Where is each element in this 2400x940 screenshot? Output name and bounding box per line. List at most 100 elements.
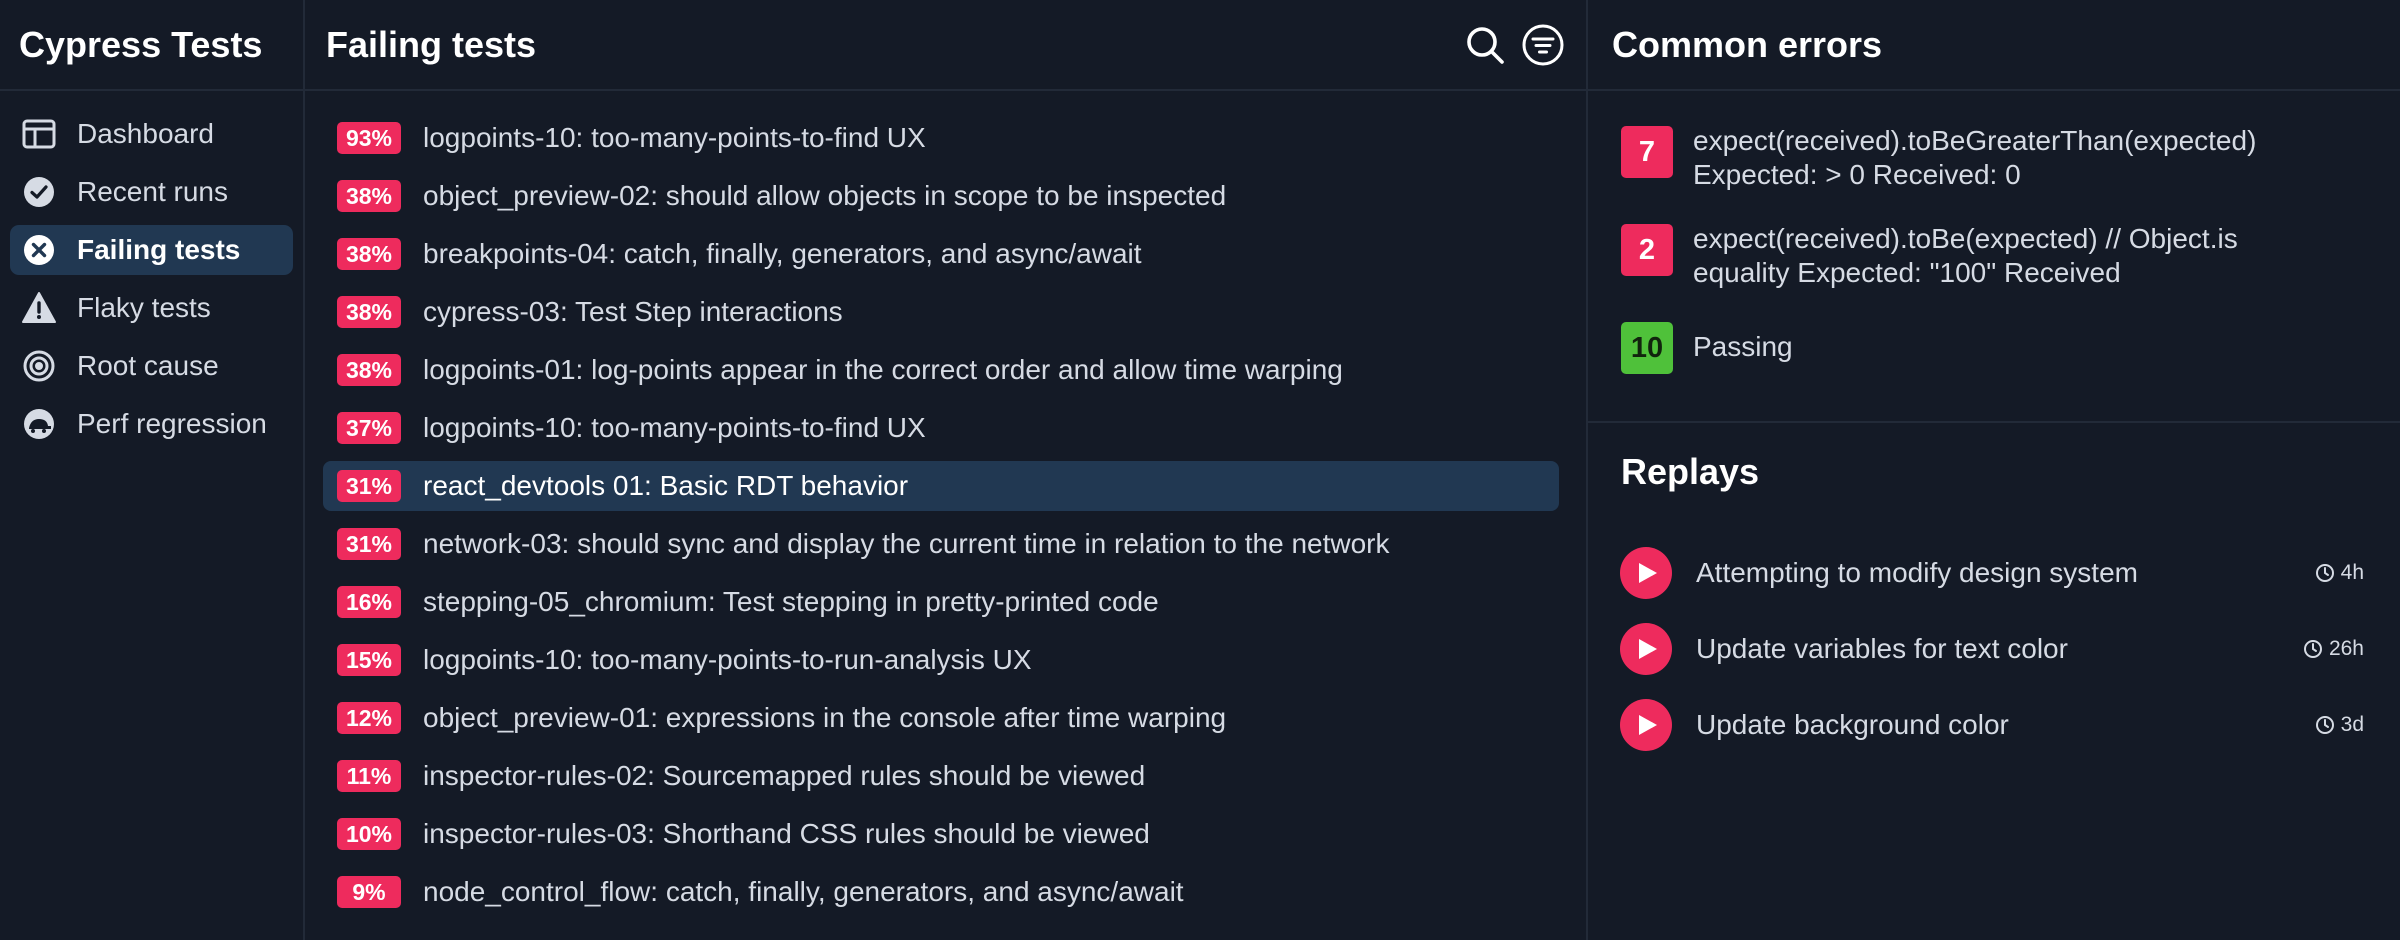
test-name: logpoints-10: too-many-points-to-run-ana…: [423, 644, 1032, 675]
table-row[interactable]: 9% node_control_flow: catch, finally, ge…: [323, 867, 1559, 917]
sidebar-header: Cypress Tests: [0, 0, 303, 91]
fail-rate-badge: 38%: [337, 354, 401, 386]
play-button[interactable]: [1620, 547, 1672, 599]
play-icon: [1639, 715, 1657, 735]
fail-rate-badge: 38%: [337, 296, 401, 328]
test-name: inspector-rules-02: Sourcemapped rules s…: [423, 760, 1146, 791]
sidebar-item-perf-regression[interactable]: Perf regression: [10, 399, 293, 449]
table-row[interactable]: 38% object_preview-02: should allow obje…: [323, 171, 1559, 221]
clock-icon: [2315, 564, 2334, 582]
sidebar-item-recent-runs[interactable]: Recent runs: [10, 167, 293, 217]
errors-title: Common errors: [1612, 23, 1883, 65]
error-message-line: expect(received).toBe(expected) // Objec…: [1693, 223, 2238, 254]
error-item[interactable]: 2 expect(received).toBe(expected) // Obj…: [1621, 222, 2370, 290]
error-item[interactable]: 7 expect(received).toBeGreaterThan(expec…: [1621, 124, 2370, 192]
sidebar-item-label: Recent runs: [77, 176, 228, 207]
search-button[interactable]: [1462, 22, 1508, 68]
passing-count-badge: 10: [1621, 322, 1673, 374]
fail-rate-badge: 37%: [337, 412, 401, 444]
error-message-line: Expected: > 0 Received: 0: [1693, 159, 2021, 190]
search-icon: [1467, 26, 1504, 64]
main-header: Failing tests: [305, 0, 1586, 91]
test-name: node_control_flow: catch, finally, gener…: [423, 876, 1184, 907]
target-icon: [21, 348, 57, 384]
error-message-line: equality Expected: "100" Received: [1693, 257, 2121, 288]
fail-rate-badge: 16%: [337, 586, 401, 618]
error-message: expect(received).toBeGreaterThan(expecte…: [1693, 124, 2256, 192]
warning-icon: [21, 290, 57, 326]
table-row[interactable]: 37% logpoints-10: too-many-points-to-fin…: [323, 403, 1559, 453]
test-name: logpoints-10: too-many-points-to-find UX: [423, 122, 926, 153]
details-panel: Common errors 7 expect(received).toBeGre…: [1588, 0, 2400, 940]
error-count-badge: 7: [1621, 126, 1673, 178]
table-row[interactable]: 38% logpoints-01: log-points appear in t…: [323, 345, 1559, 395]
filter-icon: [1522, 24, 1564, 65]
fail-rate-badge: 38%: [337, 238, 401, 270]
table-row[interactable]: 38% breakpoints-04: catch, finally, gene…: [323, 229, 1559, 279]
table-row[interactable]: 12% object_preview-01: expressions in th…: [323, 693, 1559, 743]
test-list: 93% logpoints-10: too-many-points-to-fin…: [305, 91, 1586, 917]
table-row[interactable]: 15% logpoints-10: too-many-points-to-run…: [323, 635, 1559, 685]
replay-time: 3d: [2315, 713, 2364, 737]
table-row[interactable]: 10% inspector-rules-03: Shorthand CSS ru…: [323, 809, 1559, 859]
replay-title: Update background color: [1696, 709, 2009, 740]
errors-header: Common errors: [1588, 0, 2400, 91]
sidebar: Cypress Tests Dashboard Recent runs Fail…: [0, 0, 305, 940]
sidebar-item-dashboard[interactable]: Dashboard: [10, 109, 293, 159]
error-message: expect(received).toBe(expected) // Objec…: [1693, 222, 2238, 290]
play-button[interactable]: [1620, 699, 1672, 751]
sidebar-item-label: Flaky tests: [77, 292, 211, 323]
replay-time: 4h: [2315, 561, 2364, 585]
check-circle-icon: [21, 174, 57, 210]
replay-age: 3d: [2340, 713, 2364, 736]
test-name: object_preview-02: should allow objects …: [423, 180, 1227, 211]
error-message-line: expect(received).toBeGreaterThan(expecte…: [1693, 125, 2257, 156]
sidebar-item-flaky-tests[interactable]: Flaky tests: [10, 283, 293, 333]
test-name: logpoints-10: too-many-points-to-find UX: [423, 412, 926, 443]
fail-rate-badge: 11%: [337, 760, 401, 792]
sidebar-item-label: Root cause: [77, 350, 219, 381]
table-row[interactable]: 11% inspector-rules-02: Sourcemapped rul…: [323, 751, 1559, 801]
replay-time: 26h: [2303, 637, 2364, 661]
table-row[interactable]: 93% logpoints-10: too-many-points-to-fin…: [323, 113, 1559, 163]
sidebar-item-label: Perf regression: [77, 408, 267, 439]
replay-item[interactable]: Attempting to modify design system 4h: [1588, 535, 2400, 611]
app-title: Cypress Tests: [19, 23, 263, 65]
test-name: stepping-05_chromium: Test stepping in p…: [423, 586, 1159, 617]
fail-rate-badge: 93%: [337, 122, 401, 154]
passing-label: Passing: [1693, 331, 1793, 362]
passing-item[interactable]: 10 Passing: [1621, 320, 2370, 374]
replay-age: 4h: [2340, 561, 2364, 584]
failing-tests-panel: Failing tests 93% logpoints-10: too-many…: [305, 0, 1588, 940]
table-row[interactable]: 38% cypress-03: Test Step interactions: [323, 287, 1559, 337]
test-name: object_preview-01: expressions in the co…: [423, 702, 1227, 733]
sidebar-item-label: Failing tests: [77, 234, 241, 265]
x-circle-icon: [21, 232, 57, 268]
test-name: react_devtools 01: Basic RDT behavior: [423, 470, 909, 501]
page-title: Failing tests: [326, 23, 537, 65]
play-button[interactable]: [1620, 623, 1672, 675]
test-name: inspector-rules-03: Shorthand CSS rules …: [423, 818, 1150, 849]
table-row[interactable]: 31% network-03: should sync and display …: [323, 519, 1559, 569]
fail-rate-badge: 15%: [337, 644, 401, 676]
filter-button[interactable]: [1520, 22, 1566, 68]
replay-age: 26h: [2328, 637, 2364, 660]
sidebar-item-root-cause[interactable]: Root cause: [10, 341, 293, 391]
fail-rate-badge: 31%: [337, 470, 401, 502]
common-errors-list: 7 expect(received).toBeGreaterThan(expec…: [1588, 91, 2400, 423]
table-row-selected[interactable]: 31% react_devtools 01: Basic RDT behavio…: [323, 461, 1559, 511]
table-row[interactable]: 16% stepping-05_chromium: Test stepping …: [323, 577, 1559, 627]
test-name: cypress-03: Test Step interactions: [423, 296, 843, 327]
fail-rate-badge: 38%: [337, 180, 401, 212]
replay-item[interactable]: Update background color 3d: [1588, 687, 2400, 763]
fail-rate-badge: 12%: [337, 702, 401, 734]
test-name: network-03: should sync and display the …: [423, 528, 1390, 559]
sidebar-item-label: Dashboard: [77, 118, 214, 149]
replays-list: Attempting to modify design system 4h Up…: [1588, 535, 2400, 763]
fail-rate-badge: 10%: [337, 818, 401, 850]
sidebar-item-failing-tests[interactable]: Failing tests: [10, 225, 293, 275]
turtle-icon: [21, 406, 57, 442]
replay-item[interactable]: Update variables for text color 26h: [1588, 611, 2400, 687]
replay-title: Update variables for text color: [1696, 633, 2068, 664]
replays-title: Replays: [1621, 451, 1760, 492]
